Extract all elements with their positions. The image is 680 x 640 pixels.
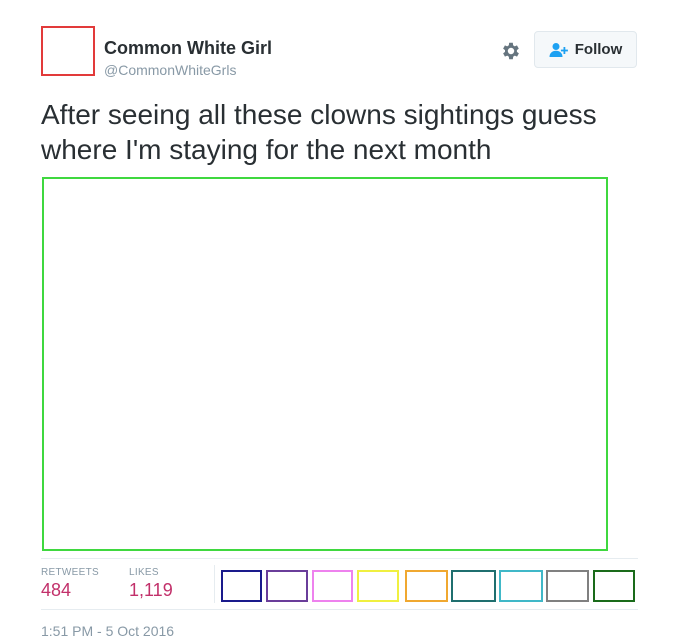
display-name[interactable]: Common White Girl — [104, 38, 272, 59]
retweets-count: 484 — [41, 580, 72, 600]
tweet-timestamp[interactable]: 1:51 PM - 5 Oct 2016 — [41, 623, 174, 639]
liker-avatar[interactable] — [357, 570, 399, 602]
liker-avatar[interactable] — [312, 570, 353, 602]
retweets-label: RETWEETS — [41, 567, 99, 578]
likes-label: LIKES — [129, 567, 159, 578]
stats-divider — [214, 565, 215, 603]
liker-avatar[interactable] — [405, 570, 448, 602]
gear-icon[interactable] — [500, 40, 522, 62]
liker-avatar[interactable] — [593, 570, 635, 602]
screen-name[interactable]: @CommonWhiteGrls — [104, 62, 236, 78]
retweets-stat[interactable]: RETWEETS 484 — [41, 567, 99, 601]
tweet-text: After seeing all these clowns sightings … — [41, 99, 597, 165]
liker-avatar[interactable] — [499, 570, 543, 602]
tweet-media[interactable] — [42, 177, 608, 551]
follow-label: Follow — [574, 41, 623, 58]
follow-button[interactable]: Follow — [534, 31, 637, 68]
liker-avatar[interactable] — [221, 570, 262, 602]
liker-avatar[interactable] — [546, 570, 589, 602]
likes-stat[interactable]: LIKES 1,119 — [129, 567, 173, 601]
tweet-stats: RETWEETS 484 LIKES 1,119 — [41, 558, 638, 610]
liker-avatar[interactable] — [451, 570, 496, 602]
avatar[interactable] — [41, 26, 95, 76]
person-plus-icon — [549, 42, 569, 58]
tweet-card: Common White Girl @CommonWhiteGrls Follo… — [0, 0, 680, 640]
liker-avatar[interactable] — [266, 570, 308, 602]
likes-count: 1,119 — [129, 580, 173, 600]
